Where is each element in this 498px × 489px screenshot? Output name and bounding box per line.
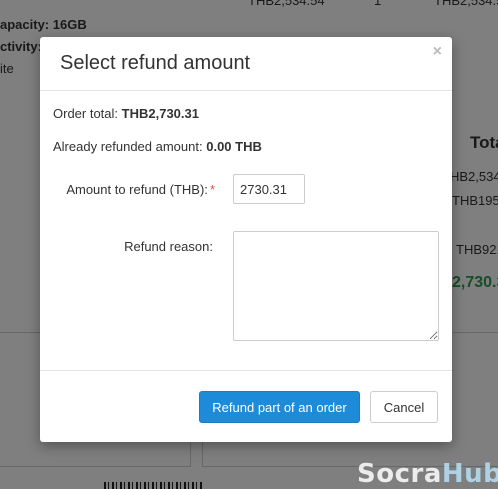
already-refunded-label: Already refunded amount: [53,139,203,154]
watermark-left: Socra [357,459,442,489]
refund-modal: Select refund amount × Order total: THB2… [40,37,452,442]
close-icon[interactable]: × [433,43,442,61]
watermark-right: Hub [441,459,498,489]
modal-title: Select refund amount [60,52,251,74]
already-refunded-row: Already refunded amount: 0.00 THB [53,139,262,154]
reason-label: Refund reason: [124,239,213,254]
refund-amount-input[interactable] [233,174,305,204]
modal-footer: Refund part of an order Cancel [40,370,452,443]
refund-part-button[interactable]: Refund part of an order [199,391,360,423]
amount-label: Amount to refund (THB): * [53,182,215,197]
amount-label-text: Amount to refund (THB): [66,182,208,197]
cancel-button[interactable]: Cancel [370,391,438,423]
order-total-label: Order total: [53,106,119,121]
required-asterisk: * [209,182,215,197]
socrahub-watermark: SocraHub [357,459,498,489]
order-total-value: THB2,730.31 [121,106,199,121]
already-refunded-value: 0.00 THB [206,139,262,154]
order-total-row: Order total: THB2,730.31 [53,106,199,121]
modal-header: Select refund amount × [40,37,452,91]
refund-reason-textarea[interactable] [233,231,439,341]
